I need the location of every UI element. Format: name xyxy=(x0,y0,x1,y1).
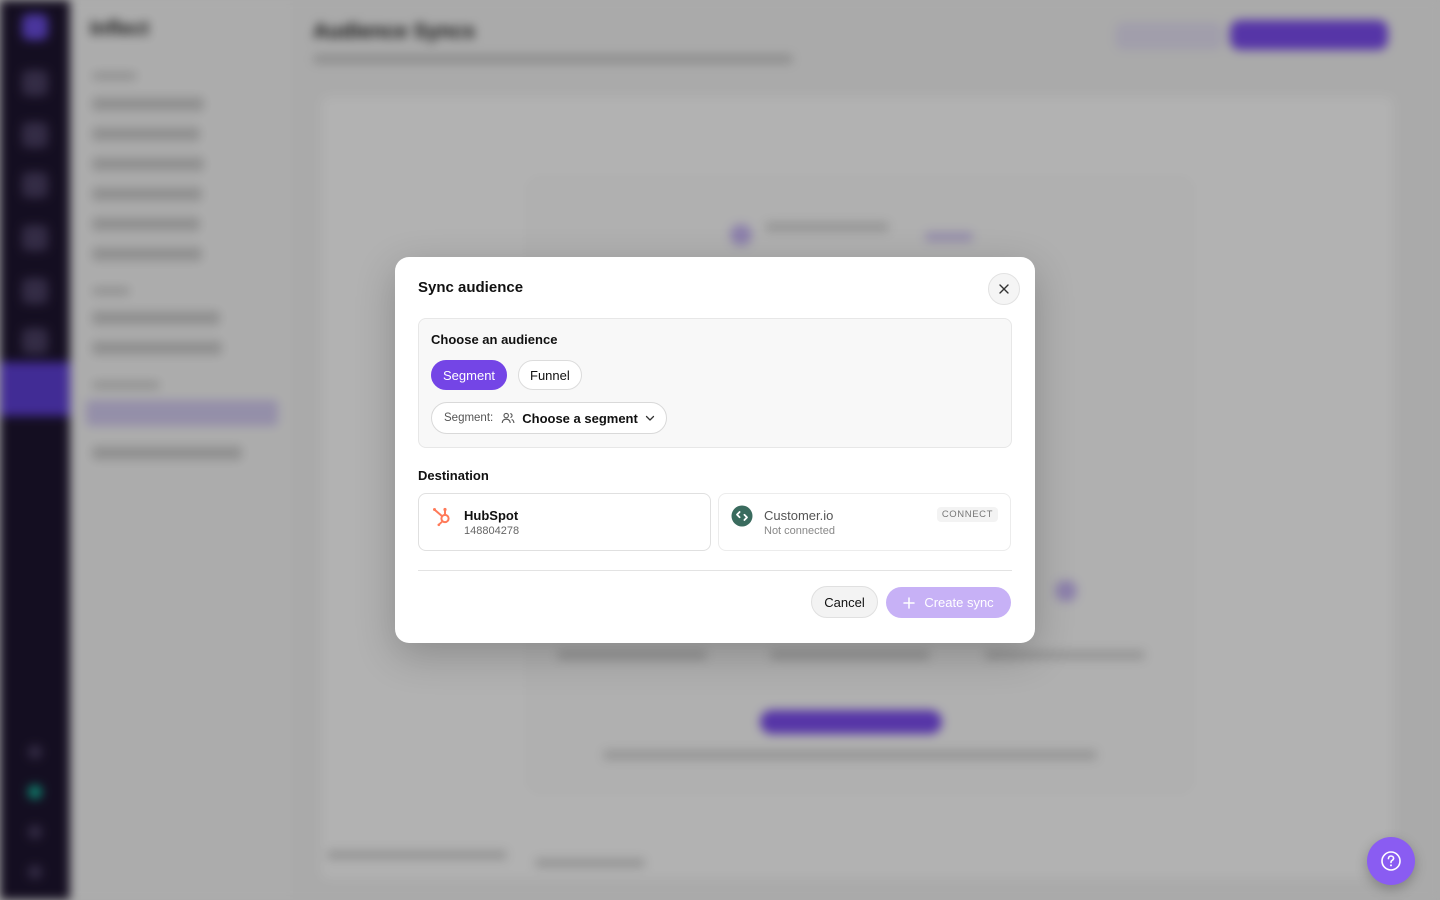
customerio-icon xyxy=(731,505,753,527)
destination-status: Not connected xyxy=(764,525,835,537)
sync-audience-dialog: Sync audience Choose an audience Segment… xyxy=(395,257,1035,643)
segment-select-value: Choose a segment xyxy=(522,410,638,426)
destination-card-customerio[interactable]: Customer.io Not connected CONNECT xyxy=(718,493,1011,551)
close-button[interactable] xyxy=(988,273,1020,305)
dialog-title: Sync audience xyxy=(418,279,524,296)
chevron-down-icon xyxy=(645,413,655,423)
destination-name: HubSpot xyxy=(464,508,519,523)
create-sync-button[interactable]: Create sync xyxy=(886,587,1011,618)
funnel-toggle[interactable]: Funnel xyxy=(518,360,582,390)
plus-icon xyxy=(903,596,916,609)
audience-panel: Choose an audience Segment Funnel Segmen… xyxy=(418,318,1012,448)
segment-toggle[interactable]: Segment xyxy=(431,360,508,390)
destination-name: Customer.io xyxy=(764,508,834,523)
segment-select[interactable]: Segment: Choose a segment xyxy=(431,402,667,434)
cancel-button[interactable]: Cancel xyxy=(811,586,878,618)
hubspot-icon xyxy=(431,505,453,527)
create-sync-label: Create sync xyxy=(924,595,994,610)
close-icon xyxy=(999,284,1009,294)
help-button[interactable] xyxy=(1367,837,1415,885)
destination-card-hubspot[interactable]: HubSpot 148804278 xyxy=(418,493,711,551)
footer-divider xyxy=(418,570,1012,571)
destination-label: Destination xyxy=(418,468,489,483)
connect-badge[interactable]: CONNECT xyxy=(936,507,998,522)
users-icon xyxy=(501,411,515,425)
segment-select-prefix: Segment: xyxy=(444,412,494,424)
audience-label: Choose an audience xyxy=(431,332,558,347)
destination-account-id: 148804278 xyxy=(464,525,520,537)
question-icon xyxy=(1381,851,1401,871)
